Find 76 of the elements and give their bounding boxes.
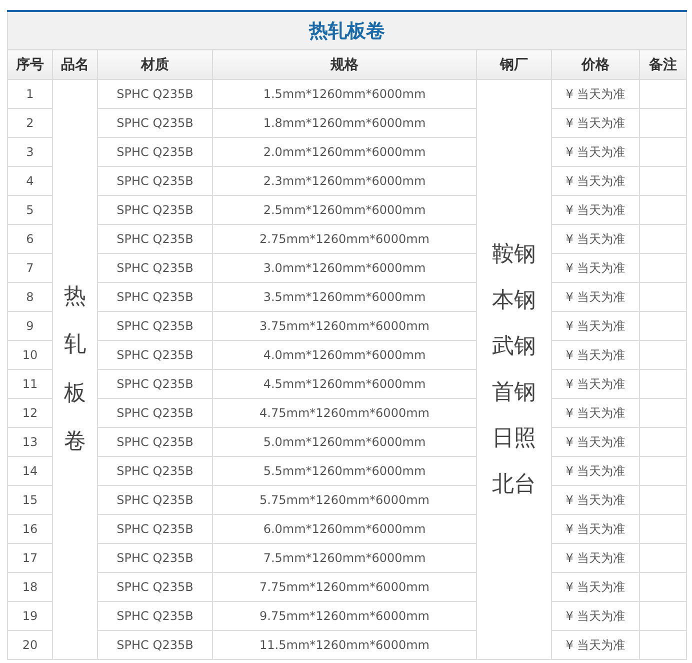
mill-name: 本钢 bbox=[492, 286, 536, 314]
column-header: 品名 bbox=[52, 50, 98, 80]
table-cell: ¥ 当天为准 bbox=[552, 80, 640, 108]
column-header: 备注 bbox=[640, 50, 686, 80]
table-cell: 4 bbox=[8, 166, 52, 196]
table-cell: 3 bbox=[8, 138, 52, 166]
table-cell: 7 bbox=[8, 254, 52, 282]
table-cell: SPHC Q235B bbox=[98, 254, 212, 282]
table-cell: SPHC Q235B bbox=[98, 486, 212, 514]
table-cell: ¥ 当天为准 bbox=[552, 166, 640, 196]
table-cell: SPHC Q235B bbox=[98, 572, 212, 602]
table-cell: 10 bbox=[8, 340, 52, 370]
table-cell: SPHC Q235B bbox=[98, 166, 212, 196]
table-cell: SPHC Q235B bbox=[98, 428, 212, 456]
table-cell: ¥ 当天为准 bbox=[552, 340, 640, 370]
table-cell: ¥ 当天为准 bbox=[552, 254, 640, 282]
table-cell: SPHC Q235B bbox=[98, 224, 212, 254]
mill-name: 首钢 bbox=[492, 378, 536, 406]
table-cell: 18 bbox=[8, 572, 52, 602]
table-cell: 1.5mm*1260mm*6000mm bbox=[212, 80, 476, 108]
product-name: 热轧板卷 bbox=[64, 282, 86, 456]
table-cell: ¥ 当天为准 bbox=[552, 282, 640, 312]
table-cell: SPHC Q235B bbox=[98, 602, 212, 630]
table-cell: ¥ 当天为准 bbox=[552, 312, 640, 340]
table-cell: ¥ 当天为准 bbox=[552, 196, 640, 224]
table-cell: SPHC Q235B bbox=[98, 398, 212, 428]
table-cell: 8 bbox=[8, 282, 52, 312]
table-cell: SPHC Q235B bbox=[98, 630, 212, 660]
table-cell: 2 bbox=[8, 108, 52, 138]
table-cell: 1 bbox=[8, 80, 52, 108]
table-cell: 13 bbox=[8, 428, 52, 456]
table-cell: 17 bbox=[8, 544, 52, 572]
table-cell: 9 bbox=[8, 312, 52, 340]
table-cell: ¥ 当天为准 bbox=[552, 602, 640, 630]
table-cell: SPHC Q235B bbox=[98, 370, 212, 398]
table-cell: SPHC Q235B bbox=[98, 282, 212, 312]
mill-name: 武钢 bbox=[492, 332, 536, 360]
table-cell: ¥ 当天为准 bbox=[552, 370, 640, 398]
table-cell: 16 bbox=[8, 514, 52, 544]
column-header: 价格 bbox=[552, 50, 640, 80]
table-cell: 15 bbox=[8, 486, 52, 514]
table-cell: 11 bbox=[8, 370, 52, 398]
table-title: 热轧板卷 bbox=[8, 11, 686, 50]
column-header: 材质 bbox=[98, 50, 212, 80]
mill-name: 北台 bbox=[492, 470, 536, 498]
column-header: 序号 bbox=[8, 50, 52, 80]
mill-name: 鞍钢 bbox=[492, 240, 536, 268]
table-cell: 20 bbox=[8, 630, 52, 660]
table-cell: SPHC Q235B bbox=[98, 456, 212, 486]
table-cell: ¥ 当天为准 bbox=[552, 572, 640, 602]
table-cell: ¥ 当天为准 bbox=[552, 108, 640, 138]
table-cell: SPHC Q235B bbox=[98, 514, 212, 544]
table-cell: ¥ 当天为准 bbox=[552, 428, 640, 456]
column-header: 规格 bbox=[212, 50, 476, 80]
table-cell: SPHC Q235B bbox=[98, 80, 212, 108]
table-cell: ¥ 当天为准 bbox=[552, 544, 640, 572]
column-header: 钢厂 bbox=[476, 50, 552, 80]
table-cell: 14 bbox=[8, 456, 52, 486]
table-cell: ¥ 当天为准 bbox=[552, 456, 640, 486]
table-cell: SPHC Q235B bbox=[98, 312, 212, 340]
table-cell: ¥ 当天为准 bbox=[552, 486, 640, 514]
table-cell: ¥ 当天为准 bbox=[552, 514, 640, 544]
table-cell: ¥ 当天为准 bbox=[552, 138, 640, 166]
table-cell: SPHC Q235B bbox=[98, 196, 212, 224]
table-cell: ¥ 当天为准 bbox=[552, 630, 640, 660]
table-cell: 19 bbox=[8, 602, 52, 630]
mill-name: 日照 bbox=[492, 424, 536, 452]
table-cell: 6 bbox=[8, 224, 52, 254]
table-cell: ¥ 当天为准 bbox=[552, 398, 640, 428]
table-cell: SPHC Q235B bbox=[98, 340, 212, 370]
table-cell: SPHC Q235B bbox=[98, 108, 212, 138]
table-cell: 5 bbox=[8, 196, 52, 224]
table-cell: SPHC Q235B bbox=[98, 138, 212, 166]
table-cell: SPHC Q235B bbox=[98, 544, 212, 572]
table-cell: ¥ 当天为准 bbox=[552, 224, 640, 254]
table-cell: 12 bbox=[8, 398, 52, 428]
